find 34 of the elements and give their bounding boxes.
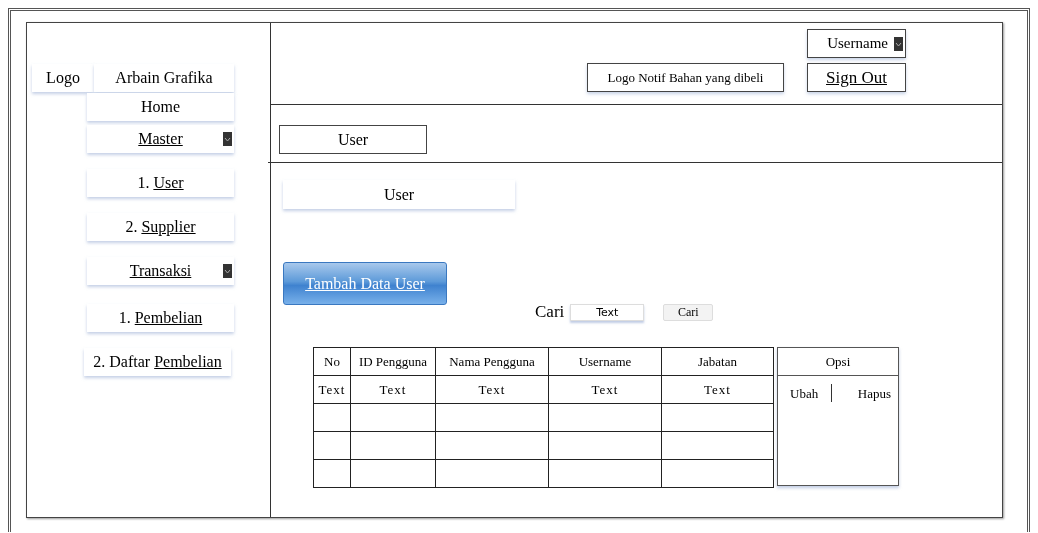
search-field[interactable]: Text: [570, 303, 645, 321]
chevron-down-icon: [894, 36, 903, 51]
sidebar-item[interactable]: 1. User: [87, 169, 234, 197]
sidebar-item[interactable]: 2. Supplier: [87, 213, 234, 241]
column-header: Nama Pengguna: [435, 347, 549, 376]
logo-label: Logo: [32, 64, 94, 92]
notification-label: Logo Notif Bahan yang dibeli: [587, 63, 784, 92]
action-link[interactable]: Hapus: [857, 383, 891, 403]
table-cell: Text: [313, 375, 351, 404]
sign-out-link[interactable]: Sign Out: [807, 63, 906, 92]
page-title: User: [283, 180, 515, 209]
breadcrumb-tab[interactable]: User: [279, 125, 427, 154]
sidebar-item[interactable]: Master: [87, 125, 234, 153]
chevron-down-icon: [223, 132, 232, 146]
table-cell: Text: [435, 375, 549, 404]
search-button[interactable]: Cari: [663, 303, 714, 321]
table-cell: Text: [548, 375, 662, 404]
column-header: No: [313, 347, 351, 376]
table-cell: Text: [350, 375, 436, 404]
chevron-down-icon: [223, 264, 232, 278]
table-cell: Text: [661, 375, 774, 404]
column-header: Username: [548, 347, 662, 376]
column-header: Jabatan: [661, 347, 774, 376]
options-header: Opsi: [824, 353, 852, 371]
brand-name: Arbain Grafika: [94, 64, 234, 92]
search-label: Cari: [535, 301, 565, 324]
sidebar-item[interactable]: Home: [87, 93, 234, 121]
add-user-button[interactable]: Tambah Data User: [283, 262, 447, 305]
sidebar-item[interactable]: 1. Pembelian: [87, 304, 234, 332]
sidebar-item[interactable]: 2. Daftar Pembelian: [84, 348, 231, 376]
column-header: ID Pengguna: [350, 347, 436, 376]
sidebar-item[interactable]: Transaksi: [87, 257, 234, 285]
username-dropdown[interactable]: Username: [807, 29, 906, 58]
action-link[interactable]: Ubah: [790, 383, 819, 403]
